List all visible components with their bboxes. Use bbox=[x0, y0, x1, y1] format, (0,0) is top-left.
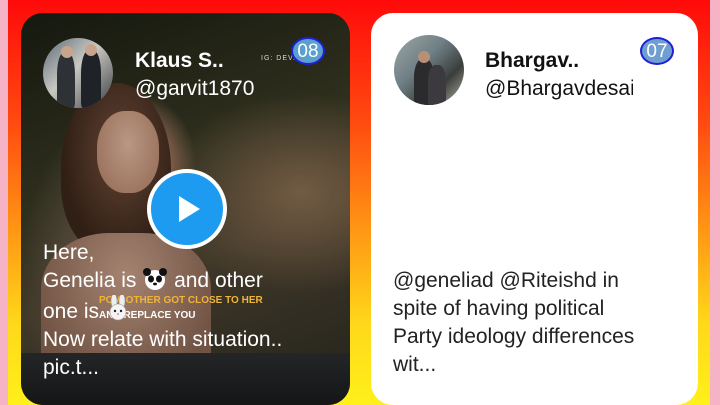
right-edge-strip bbox=[710, 0, 720, 405]
rabbit-emoji bbox=[105, 293, 131, 321]
tweet-card-klaus[interactable]: IG: DEV... Klaus S.. @garvit1870 08 POV:… bbox=[21, 13, 350, 405]
play-button[interactable] bbox=[147, 169, 227, 249]
user-display-name[interactable]: Bhargav.. bbox=[485, 49, 579, 73]
tweet-text: Here, Genelia is and other one is Now re… bbox=[43, 241, 283, 379]
tweet-card-bhargav[interactable]: Bhargav.. @Bhargavdesai 07 @geneliad @Ri… bbox=[371, 13, 698, 405]
avatar[interactable] bbox=[43, 38, 113, 108]
user-handle[interactable]: @Bhargavdesai bbox=[485, 77, 633, 101]
user-display-name[interactable]: Klaus S.. bbox=[135, 49, 224, 73]
avatar[interactable] bbox=[394, 35, 464, 105]
user-handle[interactable]: @garvit1870 bbox=[135, 77, 335, 101]
rank-badge: 08 bbox=[291, 37, 325, 65]
left-edge-strip bbox=[0, 0, 8, 405]
rank-badge: 07 bbox=[640, 37, 674, 65]
panda-emoji bbox=[142, 268, 168, 290]
play-icon bbox=[179, 196, 200, 222]
tweet-text: @geneliad @Riteishd in spite of having p… bbox=[393, 269, 635, 376]
